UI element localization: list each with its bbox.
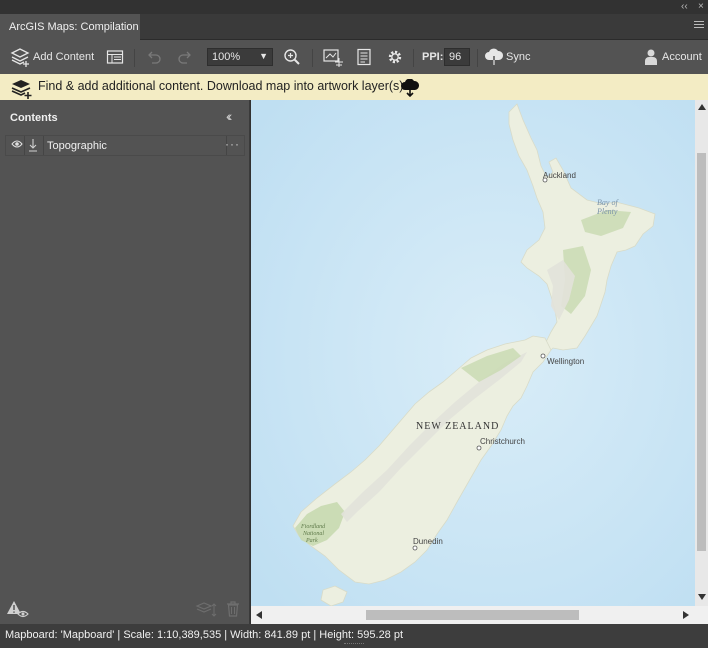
horizontal-scrollbar[interactable] — [251, 606, 695, 624]
vertical-scroll-thumb[interactable] — [697, 153, 706, 551]
sync-label: Sync — [506, 51, 531, 63]
scroll-right-icon[interactable] — [683, 611, 689, 619]
label-fiordland-2: National — [302, 531, 324, 537]
tab-arcgis-maps-compilation[interactable]: ArcGIS Maps: Compilation — [0, 14, 140, 40]
city-marker-dunedin — [412, 545, 418, 551]
layer-name: Topographic — [47, 140, 107, 152]
contents-panel: Contents ‹‹ Topographic ··· — [0, 100, 250, 624]
sync-button[interactable]: Sync — [484, 40, 530, 74]
gear-icon — [388, 50, 402, 64]
label-dunedin: Dunedin — [413, 537, 443, 546]
status-text: Mapboard: 'Mapboard' | Scale: 1:10,389,5… — [5, 629, 404, 641]
chevron-down-icon: ▼ — [259, 51, 268, 61]
scroll-up-icon[interactable] — [698, 104, 706, 110]
city-marker-wellington — [540, 353, 546, 359]
add-content-button[interactable]: Add Content — [9, 40, 94, 74]
window-top-strip: ‹‹ × — [0, 0, 708, 14]
layers-add-icon — [10, 48, 30, 67]
collapse-panel-button[interactable]: ‹‹ — [681, 1, 688, 12]
label-fiordland-3: Park — [305, 538, 318, 544]
horizontal-scroll-thumb[interactable] — [366, 610, 579, 620]
cloud-sync-icon — [485, 48, 504, 66]
toolbar-divider — [312, 49, 313, 67]
eye-icon[interactable] — [11, 139, 23, 149]
vertical-scrollbar[interactable] — [695, 100, 708, 606]
label-new-zealand: NEW ZEALAND — [416, 421, 499, 432]
close-panel-button[interactable]: × — [698, 1, 704, 12]
panel-menu-icon[interactable] — [694, 21, 704, 30]
download-arrow-icon[interactable] — [28, 138, 38, 152]
main-toolbar: Add Content 100% ▼ PPI: 96 Sync Account — [0, 40, 708, 74]
settings-button[interactable] — [386, 40, 404, 74]
table-view-button[interactable] — [106, 40, 124, 74]
warning-eye-icon — [7, 601, 29, 618]
zoom-value: 100% — [212, 51, 241, 63]
warning-visibility-button[interactable] — [6, 600, 30, 621]
zoom-in-icon — [284, 49, 300, 65]
scroll-left-icon[interactable] — [256, 611, 262, 619]
scroll-down-icon[interactable] — [698, 594, 706, 600]
contents-title: Contents — [10, 112, 58, 124]
banner-message: Find & add additional content. Download … — [38, 79, 404, 93]
user-icon — [645, 49, 657, 65]
cloud-download-icon[interactable] — [400, 79, 420, 97]
redo-icon — [178, 51, 191, 64]
resize-grip-icon[interactable] — [344, 643, 364, 646]
panel-tab-bar: ArcGIS Maps: Compilation — [0, 14, 708, 40]
label-auckland: Auckland — [543, 171, 576, 180]
label-bay-of-plenty-2: Plenty — [596, 207, 618, 216]
document-icon — [357, 48, 371, 66]
label-wellington: Wellington — [547, 357, 584, 366]
status-bar: Mapboard: 'Mapboard' | Scale: 1:10,389,5… — [0, 624, 708, 648]
table-icon — [106, 50, 124, 64]
city-marker-christchurch — [476, 445, 482, 451]
label-bay-of-plenty-1: Bay of — [597, 198, 619, 207]
layer-more-options-icon[interactable]: ··· — [225, 137, 240, 151]
layer-row-topographic[interactable]: Topographic ··· — [5, 135, 245, 156]
add-content-label: Add Content — [33, 51, 95, 63]
layer-row-divider — [43, 136, 44, 155]
collapse-sidebar-icon[interactable]: ‹‹ — [226, 108, 233, 124]
account-label: Account — [662, 51, 702, 63]
toolbar-divider — [134, 49, 135, 67]
mapboard-button[interactable] — [322, 40, 344, 74]
toolbar-divider — [413, 49, 414, 67]
toolbar-divider — [477, 49, 478, 67]
ppi-label: PPI: — [422, 51, 444, 63]
undo-icon — [148, 51, 161, 64]
ppi-input[interactable]: 96 — [444, 48, 470, 66]
layer-row-divider — [24, 136, 25, 155]
map-view[interactable]: Auckland Bay of Plenty Wellington NEW ZE… — [251, 100, 695, 606]
label-fiordland-1: Fiordland — [300, 524, 326, 530]
layers-add-icon[interactable] — [9, 76, 33, 100]
panel-actions — [195, 600, 241, 618]
document-button[interactable] — [356, 40, 372, 74]
trash-icon[interactable] — [225, 600, 241, 618]
layer-reorder-icon[interactable] — [195, 600, 217, 618]
redo-button[interactable] — [177, 40, 193, 74]
scrollbar-corner — [695, 606, 708, 624]
account-button[interactable]: Account — [643, 40, 702, 74]
zoom-in-button[interactable] — [283, 40, 301, 74]
info-banner: Find & add additional content. Download … — [0, 74, 708, 100]
mapboard-icon — [323, 49, 343, 67]
undo-button[interactable] — [146, 40, 162, 74]
zoom-select[interactable]: 100% ▼ — [207, 48, 273, 66]
map-canvas[interactable]: Auckland Bay of Plenty Wellington NEW ZE… — [251, 100, 695, 606]
label-christchurch: Christchurch — [480, 437, 525, 446]
